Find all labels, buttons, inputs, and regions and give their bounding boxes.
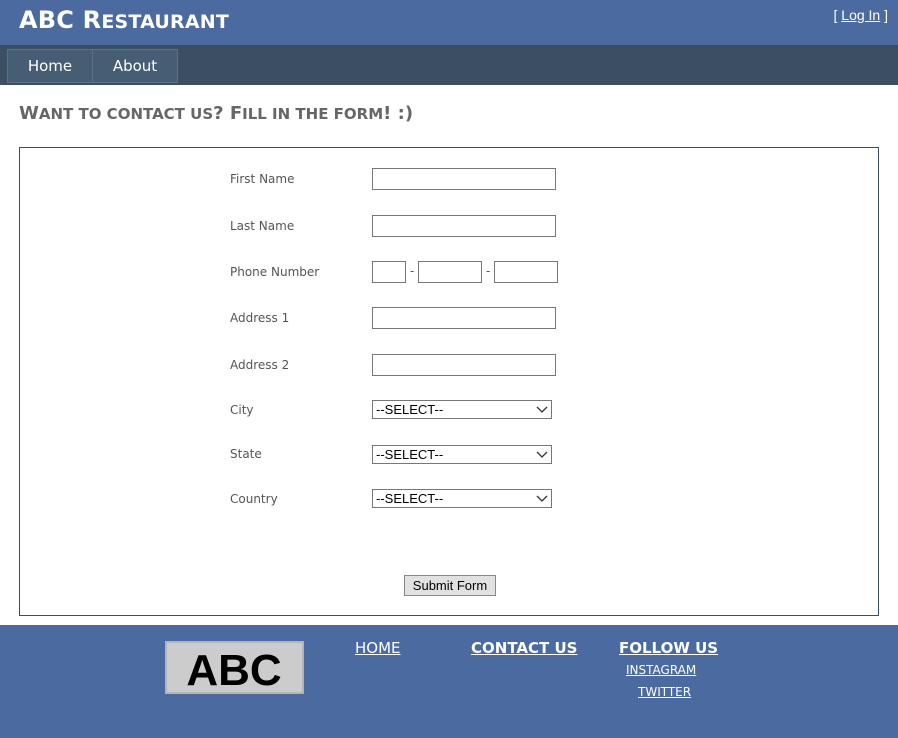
heading-part-1: W xyxy=(19,103,39,124)
site-footer: ABC HOME CONTACT US FOLLOW US INSTAGRAM … xyxy=(0,625,898,738)
contact-form: First Name Last Name Phone Number - - Ad… xyxy=(19,147,879,616)
login-link[interactable]: Log In xyxy=(841,7,880,23)
city-label: City xyxy=(230,403,254,417)
state-select[interactable]: --SELECT-- xyxy=(372,445,552,464)
footer-twitter-link[interactable]: TWITTER xyxy=(638,685,691,699)
phone-label: Phone Number xyxy=(230,265,320,279)
phone-prefix-input[interactable] xyxy=(418,261,482,283)
phone-area-input[interactable] xyxy=(372,261,406,283)
chevron-down-icon xyxy=(536,451,548,458)
address1-input[interactable] xyxy=(372,307,556,329)
site-title-cap: R xyxy=(82,6,102,34)
footer-instagram-link[interactable]: INSTAGRAM xyxy=(626,663,696,677)
state-select-value: --SELECT-- xyxy=(376,447,444,462)
footer-contact-link[interactable]: CONTACT US xyxy=(471,639,577,657)
phone-separator-2: - xyxy=(486,264,491,278)
site-header: ABC RESTAURANT [ Log In ] xyxy=(0,0,898,45)
site-title-first: ABC xyxy=(19,6,75,34)
city-select-value: --SELECT-- xyxy=(376,402,444,417)
city-select[interactable]: --SELECT-- xyxy=(372,400,552,419)
footer-home-link[interactable]: HOME xyxy=(355,639,401,657)
first-name-input[interactable] xyxy=(372,168,556,190)
last-name-label: Last Name xyxy=(230,219,295,233)
state-label: State xyxy=(230,447,262,461)
first-name-label: First Name xyxy=(230,172,295,186)
last-name-input[interactable] xyxy=(372,215,556,237)
country-label: Country xyxy=(230,492,278,506)
footer-logo-graphic: ABC xyxy=(186,646,281,692)
heading-part-5: ! :) xyxy=(383,103,414,124)
submit-form-button[interactable]: Submit Form xyxy=(404,575,496,596)
address2-label: Address 2 xyxy=(230,358,290,372)
phone-separator-1: - xyxy=(410,264,415,278)
country-select-value: --SELECT-- xyxy=(376,491,444,506)
country-select[interactable]: --SELECT-- xyxy=(372,489,552,508)
main-nav: Home About xyxy=(0,45,898,85)
site-title: ABC RESTAURANT xyxy=(19,6,229,34)
page-heading: WANT TO CONTACT US? FILL IN THE FORM! :) xyxy=(19,103,413,124)
heading-part-3: ? F xyxy=(213,103,243,124)
footer-follow-heading[interactable]: FOLLOW US xyxy=(619,639,718,657)
login-box: [ Log In ] xyxy=(834,7,889,23)
phone-line-input[interactable] xyxy=(494,261,558,283)
site-title-rest: ESTAURANT xyxy=(101,11,230,33)
chevron-down-icon xyxy=(536,406,548,413)
login-bracket-close: ] xyxy=(880,7,888,23)
nav-item-about[interactable]: About xyxy=(92,49,178,83)
address1-label: Address 1 xyxy=(230,311,290,325)
address2-input[interactable] xyxy=(372,354,556,376)
footer-logo: ABC xyxy=(165,641,304,694)
heading-part-2: ANT TO CONTACT US xyxy=(38,105,214,123)
footer-logo-text: ABC xyxy=(186,646,281,692)
heading-part-4: ILL IN THE FORM xyxy=(242,105,384,123)
chevron-down-icon xyxy=(536,495,548,502)
nav-item-home[interactable]: Home xyxy=(7,49,93,83)
